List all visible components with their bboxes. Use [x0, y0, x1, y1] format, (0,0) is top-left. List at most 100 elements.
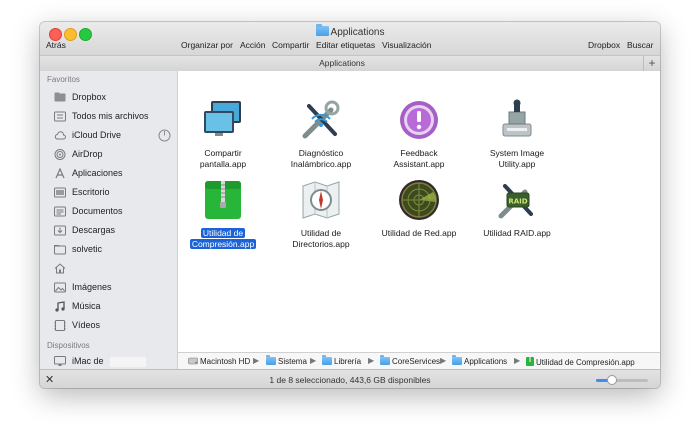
action-button[interactable]: Acción [240, 40, 266, 50]
arrange-button[interactable]: Organizar por [181, 40, 233, 50]
file-name: Utilidad RAID.app [483, 228, 551, 238]
sidebar-header-devices: Dispositivos [47, 341, 90, 350]
disk-icon [188, 357, 198, 365]
cloud-icon [54, 131, 66, 140]
file-name: System Image Utility.app [489, 148, 545, 169]
path-separator: ▶ [310, 356, 317, 365]
sidebar-item-solvetic[interactable]: solvetic [54, 243, 174, 257]
slider-knob[interactable] [606, 375, 617, 385]
file-name: Utilidad de Directorios.app [292, 228, 350, 249]
folder-icon [315, 24, 329, 36]
documents-icon [54, 206, 66, 217]
feedback-assistant-icon [400, 101, 438, 139]
sidebar-item-images[interactable]: Imágenes [54, 281, 174, 295]
path-item-sistema[interactable]: Sistema [266, 355, 307, 366]
airdrop-icon [54, 149, 66, 160]
path-header-title: Applications [319, 58, 365, 68]
edit-tags-button[interactable]: Editar etiquetas [316, 40, 375, 50]
redaction-box [110, 357, 146, 367]
back-button[interactable]: Atrás [46, 40, 66, 50]
icon-size-slider[interactable] [596, 375, 648, 385]
wireless-diagnostics-icon [302, 100, 340, 139]
sidebar-header-favorites: Favoritos [47, 75, 80, 84]
search-button[interactable]: Buscar [627, 40, 653, 50]
folder-icon [452, 355, 462, 365]
path-item-macintosh-hd[interactable]: Macintosh HD [188, 357, 250, 366]
share-button[interactable]: Compartir [272, 40, 309, 50]
sidebar-item-all-files[interactable]: Todos mis archivos [54, 110, 174, 124]
videos-icon [54, 320, 66, 331]
file-name: Utilidad de Compresión.app [189, 228, 257, 249]
file-name: Compartir pantalla.app [199, 148, 247, 169]
sidebar-item-music[interactable]: Música [54, 300, 174, 314]
path-bar: Macintosh HD ▶ Sistema ▶ Librería ▶ Core… [178, 352, 660, 370]
folder-icon [322, 355, 332, 365]
add-tab-button[interactable]: + [643, 56, 660, 71]
path-item-applications[interactable]: Applications [452, 355, 507, 366]
sidebar-item-label: Dropbox [72, 92, 107, 102]
desktop-icon [54, 187, 66, 198]
home-icon [54, 263, 66, 274]
dropbox-icon [54, 92, 66, 102]
sidebar-item-videos[interactable]: Vídeos [54, 319, 174, 333]
path-header: Applications + [40, 55, 660, 72]
sidebar-item-home[interactable] [54, 262, 174, 276]
archive-utility-icon [201, 178, 245, 222]
sidebar-item-label: Descargas [72, 225, 116, 235]
path-item-coreservices[interactable]: CoreServices [380, 355, 440, 366]
sidebar-item-label: iCloud Drive [72, 130, 122, 140]
sidebar-item-downloads[interactable]: Descargas [54, 224, 174, 238]
file-name: Feedback Assistant.app [393, 148, 445, 169]
icon-view: Compartir pantalla.app Diagnóstico Inalámb… [178, 71, 660, 352]
sidebar-item-airdrop[interactable]: AirDrop [54, 148, 174, 162]
sidebar-item-desktop[interactable]: Escritorio [54, 186, 174, 200]
sidebar-item-label: solvetic [72, 244, 103, 254]
raid-utility-icon: RAID [498, 184, 533, 219]
sidebar-item-dropbox[interactable]: Dropbox [54, 91, 174, 105]
path-separator: ▶ [368, 356, 375, 365]
screen-sharing-icon [204, 101, 241, 136]
system-image-utility-icon [502, 99, 532, 137]
sidebar-item-documents[interactable]: Documentos [54, 205, 174, 219]
music-icon [55, 301, 65, 312]
sidebar-item-applications[interactable]: Aplicaciones [54, 167, 174, 181]
progress-icon [158, 129, 171, 142]
sidebar-item-label: Vídeos [72, 320, 101, 330]
sidebar-item-label: Todos mis archivos [72, 111, 149, 121]
sidebar-item-icloud-drive[interactable]: iCloud Drive [54, 129, 174, 143]
finder-window: Applications Atrás Organizar por Acción … [40, 22, 660, 388]
title-bar: Applications Atrás Organizar por Acción … [40, 22, 660, 55]
network-utility-icon [399, 180, 439, 220]
status-text: 1 de 8 seleccionado, 443,6 GB disponible… [269, 375, 431, 385]
status-bar: ✕ 1 de 8 seleccionado, 443,6 GB disponib… [40, 369, 660, 388]
window-title: Applications [40, 24, 660, 38]
sidebar-item-label: Aplicaciones [72, 168, 123, 178]
dropbox-button[interactable]: Dropbox [588, 40, 620, 50]
path-item-libreria[interactable]: Librería [322, 355, 361, 366]
directory-utility-icon [302, 181, 340, 219]
path-separator: ▶ [514, 356, 521, 365]
path-separator: ▶ [253, 356, 260, 365]
folder-icon [380, 355, 390, 365]
file-name: Utilidad de Red.app [381, 228, 457, 238]
sidebar-item-label: Escritorio [72, 187, 110, 197]
file-name: Diagnóstico Inalámbrico.app [290, 148, 352, 169]
path-item-archive-utility[interactable]: Utilidad de Compresión.app [526, 357, 635, 367]
folder-icon [54, 245, 66, 255]
sidebar-item-label: iMac de [72, 356, 104, 366]
all-files-icon [54, 111, 66, 122]
sidebar-item-imac[interactable]: iMac de [54, 355, 174, 369]
sidebar-item-label: Imágenes [72, 282, 112, 292]
path-separator: ▶ [440, 356, 447, 365]
downloads-icon [54, 225, 66, 236]
archive-utility-icon [526, 357, 534, 366]
apps-icon [55, 168, 65, 179]
svg-text:RAID: RAID [508, 198, 527, 206]
sidebar: Favoritos Dropbox Todos mis archivos iCl… [40, 71, 178, 369]
imac-icon [54, 356, 66, 366]
images-icon [54, 282, 66, 293]
sidebar-item-label: AirDrop [72, 149, 103, 159]
sidebar-item-label: Música [72, 301, 101, 311]
sidebar-item-label: Documentos [72, 206, 123, 216]
view-button[interactable]: Visualización [382, 40, 431, 50]
